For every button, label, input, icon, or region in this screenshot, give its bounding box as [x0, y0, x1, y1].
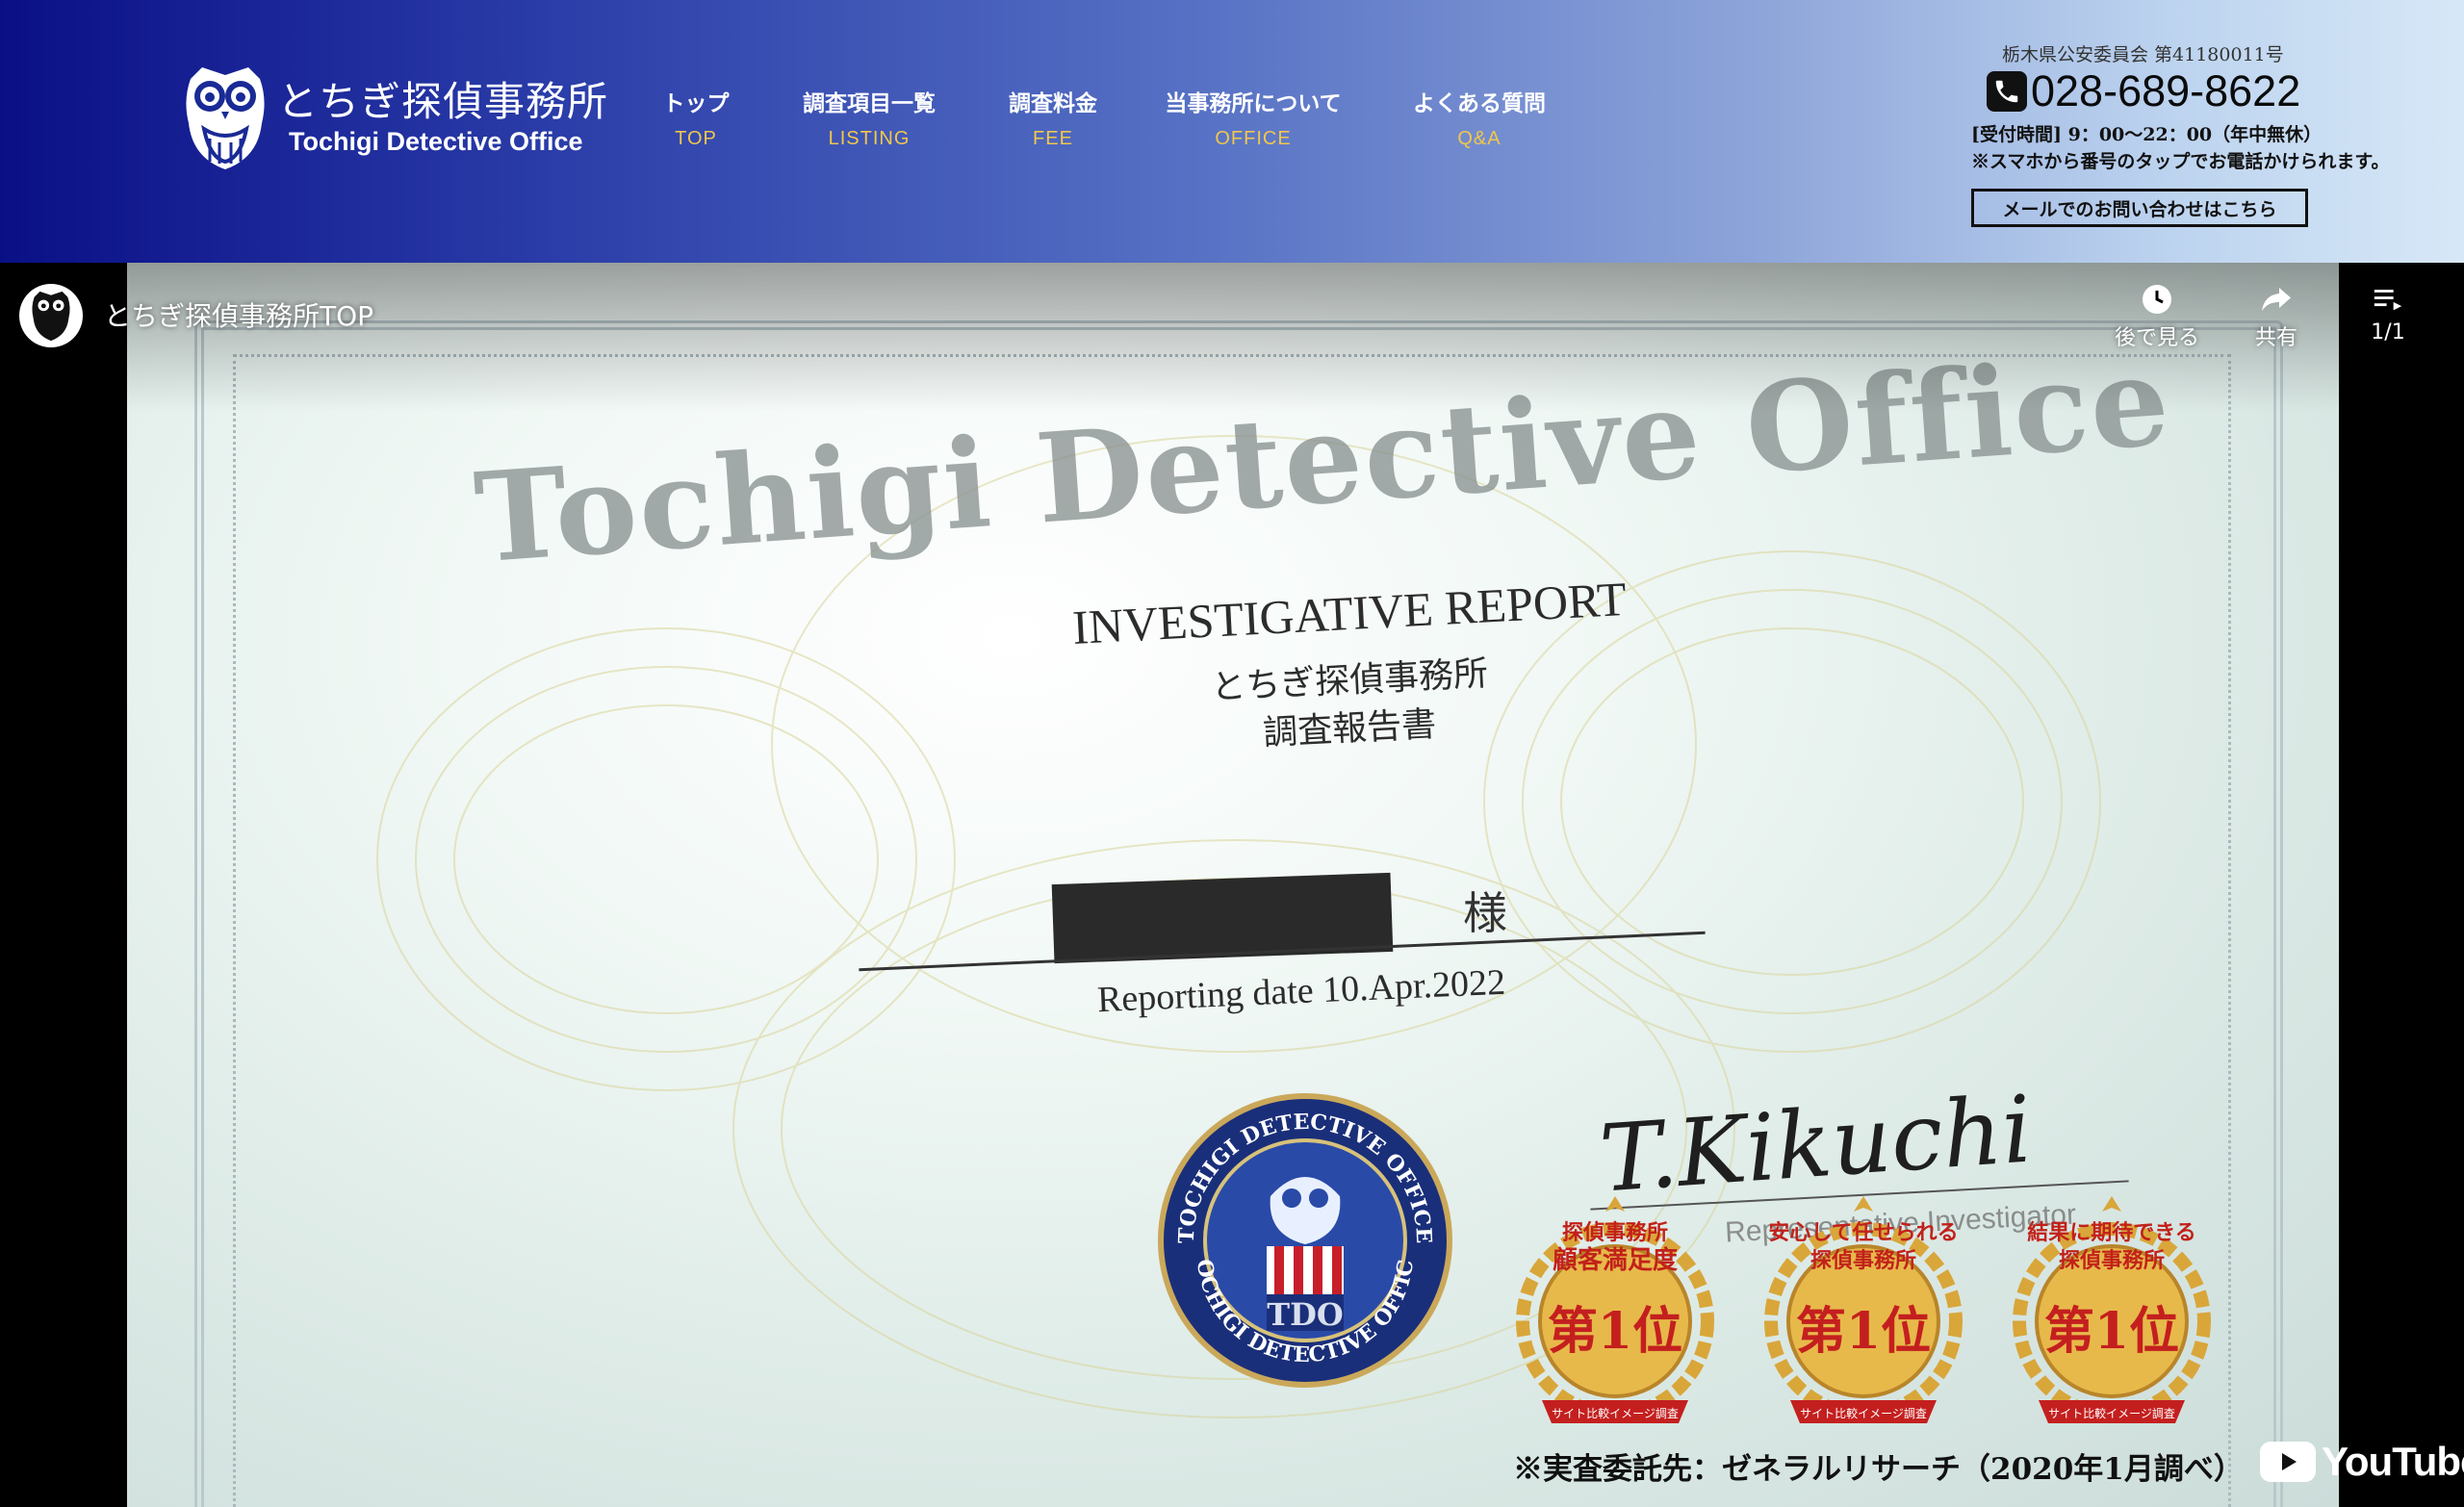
seal-center-text: TDO: [1267, 1296, 1343, 1333]
playlist-icon: [2374, 290, 2402, 311]
badge-line2: 顧客満足度: [1552, 1246, 1678, 1275]
playlist-count: 1/1: [2371, 320, 2405, 345]
badge-line1: 結果に期待できる: [2027, 1220, 2196, 1245]
badge-line2: 探偵事務所: [1810, 1248, 1916, 1273]
nav-item-qa[interactable]: よくある質問 Q&A: [1413, 87, 1546, 156]
video-title[interactable]: とちぎ探偵事務所TOP: [104, 295, 373, 334]
site-header: とちぎ探偵事務所 Tochigi Detective Office トップ TO…: [0, 0, 2464, 263]
badge-rank: 第1位: [1548, 1302, 1682, 1361]
mail-contact-button[interactable]: メールでのお問い合わせはこちら: [1971, 189, 2308, 227]
nav-label-en: OFFICE: [1215, 128, 1292, 149]
share-label: 共有: [2254, 326, 2297, 350]
owl-avatar-icon: [32, 291, 70, 342]
watch-later-button[interactable]: 後で見る: [2104, 282, 2210, 351]
nav-item-fee[interactable]: 調査料金 FEE: [1009, 87, 1097, 156]
youtube-embed[interactable]: Tochigi Detective Office INVESTIGATIVE R…: [0, 263, 2464, 1507]
badge-rank: 第1位: [1796, 1302, 1931, 1361]
license-number: 栃木県公安委員会 第41180011号: [2002, 44, 2284, 65]
tap-to-call-note: ※スマホから番号のタップでお電話かけられます。: [1971, 151, 2390, 172]
site-logo[interactable]: とちぎ探偵事務所 Tochigi Detective Office: [181, 62, 608, 173]
channel-avatar[interactable]: [19, 284, 83, 347]
nav-label-jp: 調査項目一覧: [803, 90, 936, 116]
honorific: 様: [1463, 887, 1507, 939]
badge-ribbon: サイト比較イメージ調査: [1800, 1406, 1927, 1420]
badge-line1: 探偵事務所: [1561, 1220, 1668, 1245]
share-button[interactable]: 共有: [2223, 282, 2329, 351]
nav-label-en: FEE: [1033, 128, 1073, 149]
nav-item-top[interactable]: トップ TOP: [663, 87, 730, 156]
office-seal-icon: TOCHIGI DETECTIVE OFFICE TOCHIGI DETECTI…: [1155, 1090, 1452, 1388]
award-badge: 第1位 サイト比較イメージ調査 結果に期待できる 探偵事務所: [1989, 1187, 2235, 1437]
nav-label-jp: よくある質問: [1413, 90, 1546, 116]
nav-label-jp: 調査料金: [1009, 90, 1097, 116]
share-arrow-icon: [2262, 288, 2291, 311]
youtube-play-icon: [2260, 1442, 2316, 1482]
logo-name-jp: とちぎ探偵事務所: [277, 78, 609, 125]
youtube-logo[interactable]: YouTube: [2260, 1439, 2464, 1485]
award-badge: 第1位 サイト比較イメージ調査 探偵事務所 顧客満足度: [1492, 1187, 1738, 1437]
nav-label-en: Q&A: [1457, 128, 1502, 149]
business-hours: [受付時間] 9：00〜22：00（年中無休）: [1971, 124, 2323, 145]
nav-item-office[interactable]: 当事務所について OFFICE: [1165, 87, 1341, 156]
youtube-wordmark: YouTube: [2322, 1439, 2464, 1484]
clock-icon: [2143, 285, 2171, 314]
nav-item-listing[interactable]: 調査項目一覧 LISTING: [803, 87, 936, 156]
nav-label-jp: 当事務所について: [1165, 90, 1342, 116]
badge-line1: 安心して任せられる: [1768, 1220, 1959, 1245]
survey-note: ※実査委託先：ゼネラルリサーチ（2020年1月調べ）: [1513, 1452, 2244, 1487]
nav-label-en: TOP: [675, 128, 717, 149]
nav-label-jp: トップ: [662, 90, 730, 116]
phone-icon: [1987, 71, 2027, 112]
badge-ribbon: サイト比較イメージ調査: [2048, 1406, 2175, 1420]
badge-line2: 探偵事務所: [2058, 1248, 2165, 1273]
phone-link[interactable]: 028-689-8622: [1987, 67, 2300, 115]
owl-logo-icon: [186, 67, 265, 169]
badge-rank: 第1位: [2044, 1302, 2179, 1361]
badge-ribbon: サイト比較イメージ調査: [1552, 1406, 1679, 1420]
logo-name-en: Tochigi Detective Office: [289, 127, 583, 156]
phone-number: 028-689-8622: [2031, 66, 2301, 115]
watch-later-label: 後で見る: [2114, 326, 2199, 350]
nav-label-en: LISTING: [828, 128, 911, 149]
playlist-button[interactable]: 1/1: [2335, 282, 2441, 345]
award-badge: 第1位 サイト比較イメージ調査 安心して任せられる 探偵事務所: [1740, 1187, 1987, 1437]
